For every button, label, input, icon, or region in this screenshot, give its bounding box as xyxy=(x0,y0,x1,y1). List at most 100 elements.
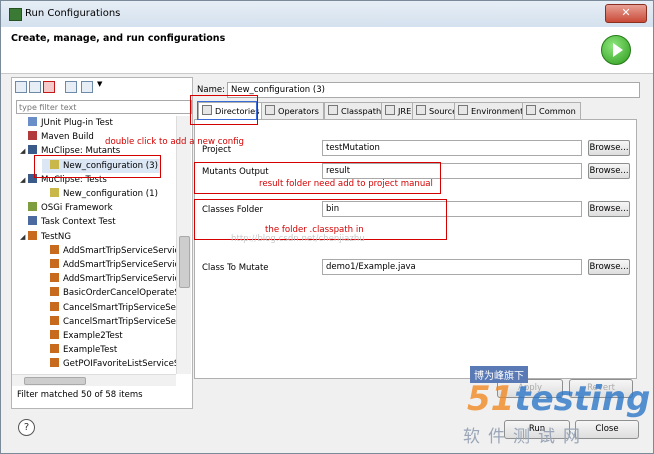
testng-config-icon xyxy=(50,244,59,254)
tree-item[interactable]: JUnit Plug-in Test xyxy=(20,116,113,130)
watermark-logo-prefix: 51 xyxy=(467,379,515,419)
watermark-url: http://blog.csdn.net/chenjiazhu xyxy=(231,234,365,244)
tab-label: Classpath xyxy=(341,106,382,116)
environment-tab-icon xyxy=(458,105,468,115)
vertical-scroll-thumb[interactable] xyxy=(179,236,190,288)
tab-common[interactable]: Common xyxy=(522,102,581,120)
class-to-mutate-label: Class To Mutate xyxy=(202,263,269,273)
browse-class-to-mutate-button[interactable]: Browse... xyxy=(588,259,630,275)
testng-icon xyxy=(28,230,37,240)
tree-item[interactable]: AddSmartTripServiceService xyxy=(42,272,178,286)
jre-tab-icon xyxy=(385,105,395,115)
tree-item[interactable]: OSGi Framework xyxy=(20,201,113,215)
tree-item[interactable]: Example2Test xyxy=(42,329,123,343)
annotation-double-click: double click to add a new config xyxy=(105,137,245,147)
run-config-icon xyxy=(9,8,22,21)
filter-config-icon[interactable] xyxy=(81,81,93,93)
muclipse-icon xyxy=(28,145,37,155)
run-play-icon xyxy=(601,35,631,65)
tree-item[interactable]: CancelSmartTripServiceServ xyxy=(42,301,178,315)
common-tab-icon xyxy=(526,105,536,115)
configuration-list-pane: ▼ JUnit Plug-in TestMaven Build◢MuClipse… xyxy=(11,77,193,409)
tree-item-label: Example2Test xyxy=(63,331,123,341)
duplicate-config-icon[interactable] xyxy=(29,81,41,93)
tree-item-label: New_configuration (1) xyxy=(63,189,158,199)
testng-config-icon xyxy=(50,344,59,354)
delete-config-icon[interactable] xyxy=(43,81,55,93)
tree-item[interactable]: CancelSmartTripServiceServ xyxy=(42,315,178,329)
tree-item-label: ExampleTest xyxy=(63,345,118,356)
new-config-icon[interactable] xyxy=(15,81,27,93)
class-to-mutate-field[interactable]: demo1/Example.java xyxy=(322,259,582,275)
tab-label: Common xyxy=(539,106,576,116)
window-title: Run Configurations xyxy=(25,8,121,19)
help-icon[interactable]: ? xyxy=(18,419,35,436)
project-field[interactable]: testMutation xyxy=(322,140,582,156)
tree-item-label: CancelSmartTripServiceServ xyxy=(63,302,178,313)
mutants-output-highlight xyxy=(194,162,441,194)
tree-item-label: TestNG xyxy=(41,231,72,242)
tree-item-label: AddSmartTripServiceService xyxy=(63,274,178,285)
osgi-icon xyxy=(28,202,37,212)
tree-item[interactable]: BasicOrderCancelOperateSe xyxy=(42,286,178,300)
testng-config-icon xyxy=(50,301,59,311)
tree-item-label: JUnit Plug-in Test xyxy=(41,118,113,128)
name-label: Name: xyxy=(197,85,225,95)
tab-jre[interactable]: JRE xyxy=(381,102,417,120)
tree-expander-icon[interactable]: ◢ xyxy=(20,144,28,158)
tree-item[interactable]: AddSmartTripServiceService xyxy=(42,244,178,258)
watermark-logo-rest: testing xyxy=(514,379,651,419)
testng-config-icon xyxy=(50,259,59,268)
testng-config-icon xyxy=(50,358,59,368)
tree-item-label: Maven Build xyxy=(41,132,94,143)
watermark-logo: 51testing xyxy=(467,379,650,419)
horizontal-scroll-thumb[interactable] xyxy=(24,377,86,385)
tree-item[interactable]: ExampleTest xyxy=(42,343,117,357)
tree-vertical-scrollbar[interactable] xyxy=(176,116,191,374)
testng-config-icon xyxy=(50,273,59,283)
directories-tab-focus xyxy=(197,101,257,120)
tab-label: Operators xyxy=(278,106,319,116)
tree-item-label: AddSmartTripServiceService xyxy=(63,245,178,256)
tree-item[interactable]: ◢ TestNG xyxy=(20,230,71,244)
tree-item-label: Task Context Test xyxy=(41,217,116,228)
tree-item[interactable]: GetPOIFavoriteListServiceSe xyxy=(42,357,178,371)
header-text: Create, manage, and run configurations xyxy=(11,33,226,44)
tree-item[interactable]: New_configuration (1) xyxy=(42,187,158,201)
filter-input[interactable] xyxy=(16,100,192,114)
tab-label: Environment xyxy=(471,106,524,116)
close-window-button[interactable]: ✕ xyxy=(605,4,647,23)
tree-item-label: OSGi Framework xyxy=(41,203,113,214)
testng-config-icon xyxy=(50,315,59,325)
task-context-icon xyxy=(28,216,37,226)
collapse-all-icon[interactable] xyxy=(65,81,77,93)
browse-mutants-output-button[interactable]: Browse... xyxy=(588,163,630,179)
browse-classes-folder-button[interactable]: Browse... xyxy=(588,201,630,217)
testng-config-icon xyxy=(50,287,59,297)
tree-expander-icon[interactable]: ◢ xyxy=(20,173,28,187)
directories-panel: Project testMutation Browse... Mutants O… xyxy=(194,119,637,379)
filter-status: Filter matched 50 of 58 items xyxy=(17,390,143,400)
tree-item-label: BasicOrderCancelOperateSe xyxy=(63,288,178,299)
operators-tab-icon xyxy=(265,105,275,115)
tree-expander-icon[interactable]: ◢ xyxy=(20,230,28,244)
watermark-subtitle: 软件测试网 xyxy=(463,427,588,447)
tab-environment[interactable]: Environment xyxy=(454,102,529,120)
tab-classpath[interactable]: Classpath xyxy=(324,102,387,120)
tab-operators[interactable]: Operators xyxy=(261,102,324,120)
name-input[interactable]: New_configuration (3) xyxy=(227,82,640,98)
selected-config-highlight xyxy=(34,155,161,178)
tree-horizontal-scrollbar[interactable] xyxy=(12,374,176,386)
testng-config-icon xyxy=(50,330,59,339)
config-tabs: Directories Operators Classpath JRE Sour… xyxy=(194,102,636,121)
tree-item[interactable]: Maven Build xyxy=(20,130,94,144)
tree-item[interactable]: AddSmartTripServiceService xyxy=(42,258,178,272)
source-tab-icon xyxy=(416,105,426,115)
tree-item[interactable]: Task Context Test xyxy=(20,215,116,229)
title-bar: Run Configurations ✕ xyxy=(1,1,653,27)
browse-project-button[interactable]: Browse... xyxy=(588,140,630,156)
tree-item-label: GetPOIFavoriteListServiceSe xyxy=(63,359,178,370)
filter-menu-chevron-icon[interactable]: ▼ xyxy=(97,80,102,88)
tree-item-label: AddSmartTripServiceService xyxy=(63,260,178,270)
tree-item-label: CancelSmartTripServiceServ xyxy=(63,316,178,327)
